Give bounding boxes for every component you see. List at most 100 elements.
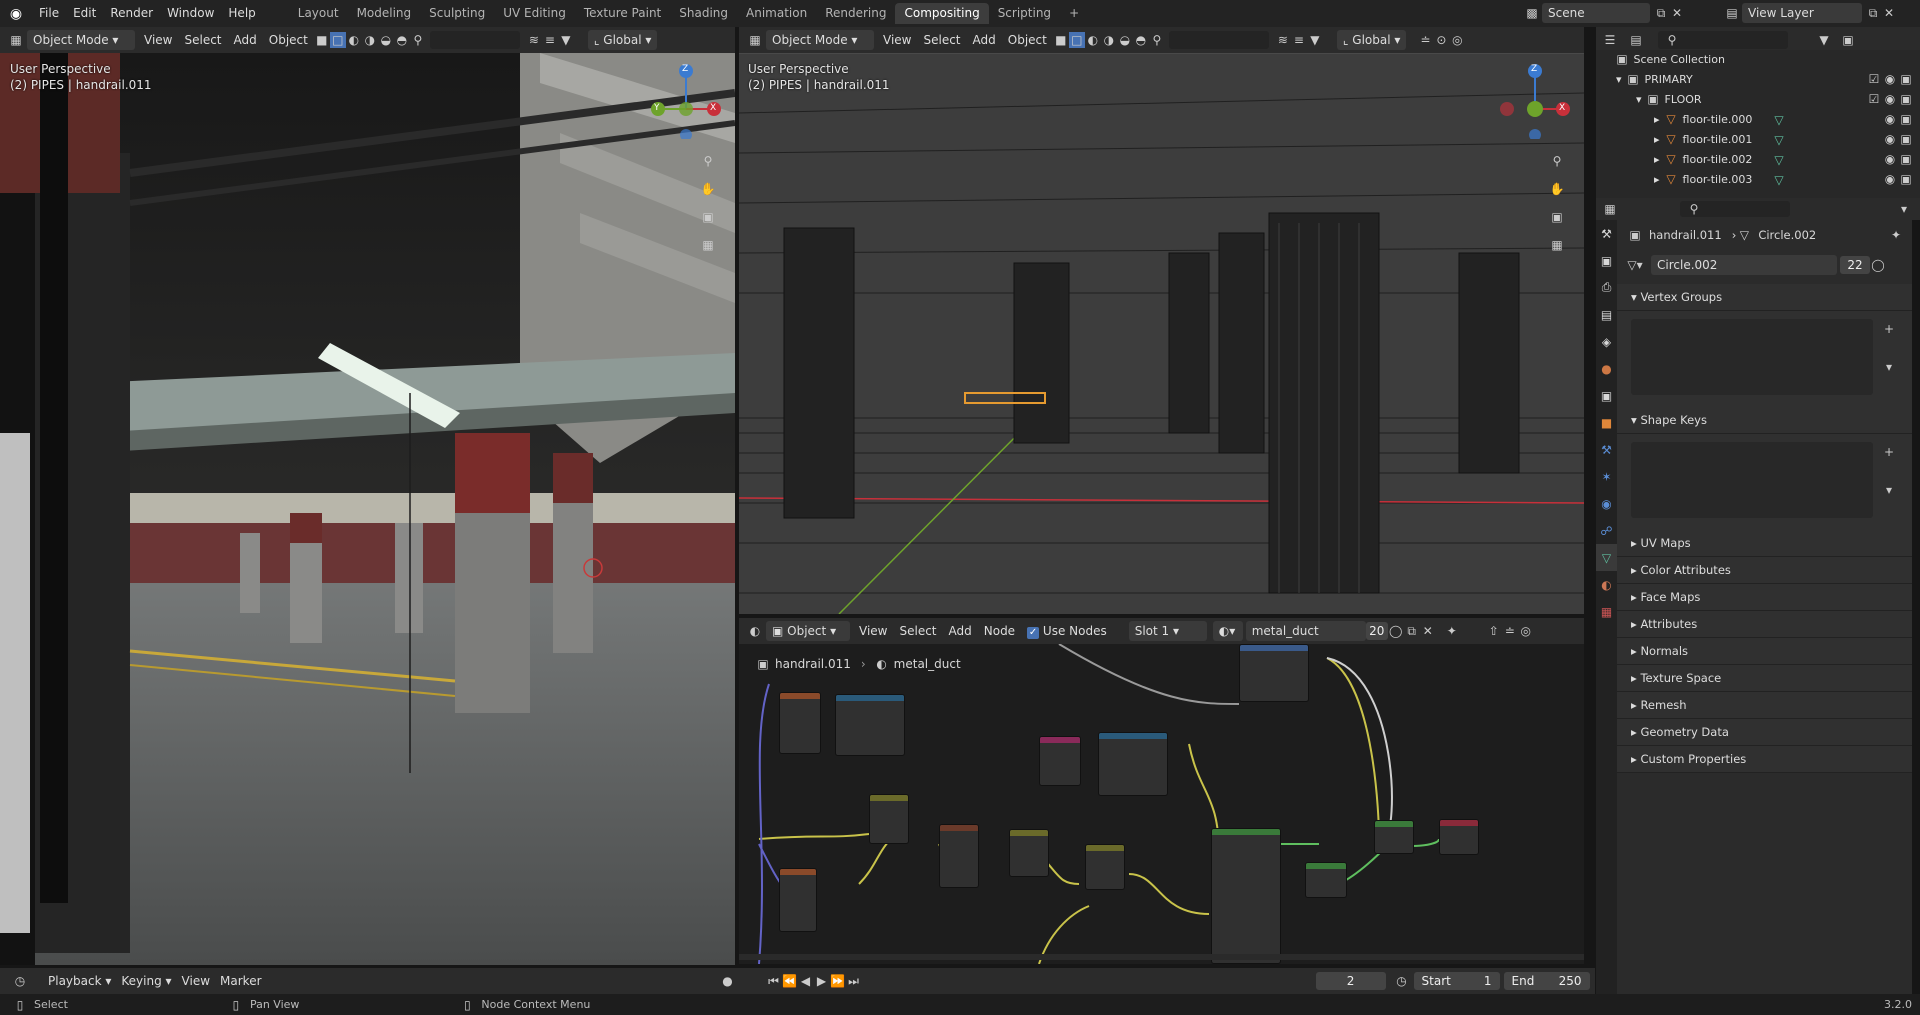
tab-compositing[interactable]: Compositing bbox=[895, 3, 989, 24]
right-nav-gizmo[interactable]: Z X bbox=[1497, 59, 1573, 141]
texture-tab-icon[interactable]: ▦ bbox=[1596, 598, 1617, 625]
transform-icon[interactable]: ≡ bbox=[542, 32, 558, 48]
record-icon[interactable]: ● bbox=[720, 973, 736, 989]
use-nodes-checkbox[interactable]: ✓ Use Nodes bbox=[1021, 624, 1113, 639]
select-invert-icon[interactable]: ◒ bbox=[378, 32, 394, 48]
shape-keys-list[interactable] bbox=[1631, 442, 1873, 518]
node-editor[interactable]: ▣ handrail.011 › ◐ metal_duct bbox=[739, 644, 1584, 964]
menu-help[interactable]: Help bbox=[221, 0, 262, 27]
outliner-item[interactable]: ▸ ▽ floor-tile.001 ▽ ◉ ▣ bbox=[1596, 130, 1920, 150]
zoom-icon[interactable]: ⚲ bbox=[700, 153, 716, 169]
node-menu-add[interactable]: Add bbox=[943, 624, 978, 638]
node-ramp-2[interactable] bbox=[1098, 732, 1168, 796]
node-mix-rgb[interactable] bbox=[1009, 829, 1049, 877]
material-name-field[interactable]: metal_duct bbox=[1245, 621, 1366, 641]
camera-icon[interactable]: ▣ bbox=[700, 209, 716, 225]
zoom-icon[interactable]: ⚲ bbox=[1549, 153, 1565, 169]
properties-mesh-name[interactable]: Circle.002 bbox=[1758, 228, 1816, 242]
outliner-row-scene-collection[interactable]: ▣ Scene Collection bbox=[1596, 50, 1920, 70]
slot-dropdown[interactable]: Slot 1 ▾ bbox=[1128, 621, 1207, 641]
eye-icon[interactable]: ◉ bbox=[1882, 171, 1898, 187]
pivot-icon[interactable]: ≋ bbox=[1275, 32, 1291, 48]
node-math[interactable] bbox=[1039, 736, 1081, 786]
panel-custom-properties[interactable]: ▸ Custom Properties bbox=[1617, 746, 1912, 773]
right-menu-view[interactable]: View bbox=[877, 33, 917, 47]
node-bump[interactable] bbox=[1085, 844, 1125, 890]
select-mode-icon[interactable]: ■ bbox=[1053, 32, 1069, 48]
blender-logo-icon[interactable]: ◉ bbox=[8, 6, 24, 22]
filter-icon[interactable]: ▼ bbox=[1816, 32, 1832, 48]
snap-icon[interactable]: ≐ bbox=[1502, 623, 1518, 639]
transform-icon[interactable]: ≡ bbox=[1291, 32, 1307, 48]
select-intersect-icon[interactable]: ◓ bbox=[394, 32, 410, 48]
menu-render[interactable]: Render bbox=[103, 0, 160, 27]
select-extend-icon[interactable]: ◐ bbox=[1085, 32, 1101, 48]
chevron-right-icon[interactable]: ▸ bbox=[1654, 173, 1660, 186]
mesh-data-icon[interactable]: ▽ bbox=[1771, 172, 1787, 188]
pin-icon[interactable]: ✦ bbox=[1444, 623, 1460, 639]
camera-icon[interactable]: ▣ bbox=[1898, 71, 1914, 87]
fake-user-icon[interactable]: ◯ bbox=[1870, 257, 1886, 273]
pin-icon[interactable]: ✦ bbox=[1888, 227, 1904, 243]
panel-face-maps[interactable]: ▸ Face Maps bbox=[1617, 584, 1912, 611]
stopwatch-icon[interactable]: ◷ bbox=[1394, 973, 1410, 989]
collection-tab-icon[interactable]: ▣ bbox=[1596, 382, 1617, 409]
play-reverse-icon[interactable]: ◀ bbox=[798, 973, 814, 989]
panel-texture-space[interactable]: ▸ Texture Space bbox=[1617, 665, 1912, 692]
timeline-menu-playback[interactable]: Playback ▾ bbox=[48, 974, 111, 988]
panel-remesh[interactable]: ▸ Remesh bbox=[1617, 692, 1912, 719]
checkbox-icon[interactable]: ☑ bbox=[1866, 71, 1882, 87]
material-tab-icon[interactable]: ◐ bbox=[1596, 571, 1617, 598]
timeline-menu-marker[interactable]: Marker bbox=[220, 974, 261, 988]
left-menu-select[interactable]: Select bbox=[178, 33, 227, 47]
right-mode-dropdown[interactable]: Object Mode ▾ bbox=[766, 30, 874, 50]
select-invert-icon[interactable]: ◒ bbox=[1117, 32, 1133, 48]
tab-layout[interactable]: Layout bbox=[289, 3, 348, 24]
panel-normals[interactable]: ▸ Normals bbox=[1617, 638, 1912, 665]
camera-icon[interactable]: ▣ bbox=[1898, 151, 1914, 167]
mesh-name-field[interactable]: Circle.002 bbox=[1651, 255, 1837, 275]
select-mode-icon[interactable]: ■ bbox=[314, 32, 330, 48]
node-output[interactable] bbox=[1239, 644, 1309, 702]
outliner-item[interactable]: ▸ ▽ floor-tile.002 ▽ ◉ ▣ bbox=[1596, 150, 1920, 170]
render-tab-icon[interactable]: ▣ bbox=[1596, 247, 1617, 274]
tab-sculpting[interactable]: Sculpting bbox=[420, 3, 494, 24]
panel-attributes[interactable]: ▸ Attributes bbox=[1617, 611, 1912, 638]
duplicate-material-icon[interactable]: ⧉ bbox=[1404, 623, 1420, 639]
jump-end-icon[interactable]: ⏭ bbox=[846, 973, 862, 989]
eye-icon[interactable]: ◉ bbox=[1882, 91, 1898, 107]
copy-view-layer-icon[interactable]: ⧉ bbox=[1865, 5, 1881, 21]
outliner-row-floor[interactable]: ▾ ▣ FLOOR ☑ ◉ ▣ bbox=[1596, 90, 1920, 110]
node-noise[interactable] bbox=[869, 794, 909, 844]
search-icon[interactable]: ⚲ bbox=[1149, 32, 1165, 48]
start-frame-field[interactable]: Start 1 bbox=[1413, 972, 1500, 990]
editor-type-icon[interactable]: ◐ bbox=[747, 623, 763, 639]
chevron-down-icon[interactable]: ▾ bbox=[1881, 359, 1897, 375]
eye-icon[interactable]: ◉ bbox=[1882, 111, 1898, 127]
right-orientation-dropdown[interactable]: ⌞ Global ▾ bbox=[1336, 30, 1407, 50]
jump-keyframe-forward-icon[interactable]: ⏩ bbox=[830, 973, 846, 989]
properties-object-name[interactable]: handrail.011 bbox=[1649, 228, 1722, 242]
menu-edit[interactable]: Edit bbox=[66, 0, 103, 27]
node-texture-coord[interactable] bbox=[779, 692, 821, 754]
node-editor-scrollbar[interactable] bbox=[739, 954, 1584, 960]
current-frame-field[interactable]: 2 bbox=[1315, 972, 1386, 990]
eye-icon[interactable]: ◉ bbox=[1882, 151, 1898, 167]
left-orientation-dropdown[interactable]: ⌞ Global ▾ bbox=[587, 30, 658, 50]
tab-scripting[interactable]: Scripting bbox=[989, 3, 1060, 24]
overlay-icon[interactable]: ◎ bbox=[1518, 623, 1534, 639]
filter-icon[interactable]: ▼ bbox=[1307, 32, 1323, 48]
mesh-data-icon[interactable]: ▽ bbox=[1771, 132, 1787, 148]
node-menu-select[interactable]: Select bbox=[893, 624, 942, 638]
chevron-down-icon[interactable]: ▾ bbox=[1881, 482, 1897, 498]
select-subtract-icon[interactable]: ◑ bbox=[1101, 32, 1117, 48]
close-scene-icon[interactable]: ✕ bbox=[1669, 5, 1685, 21]
node-material-output[interactable] bbox=[1439, 819, 1479, 855]
node-mapping[interactable] bbox=[779, 868, 817, 932]
display-mode-icon[interactable]: ▤ bbox=[1628, 32, 1644, 48]
proportional-icon[interactable]: ⊙ bbox=[1433, 32, 1449, 48]
scene-field[interactable]: Scene bbox=[1542, 3, 1650, 23]
node-mix-shader[interactable] bbox=[1374, 820, 1414, 854]
outliner-row-primary[interactable]: ▾ ▣ PRIMARY ☑ ◉ ▣ bbox=[1596, 70, 1920, 90]
modifier-tab-icon[interactable]: ⚒ bbox=[1596, 436, 1617, 463]
